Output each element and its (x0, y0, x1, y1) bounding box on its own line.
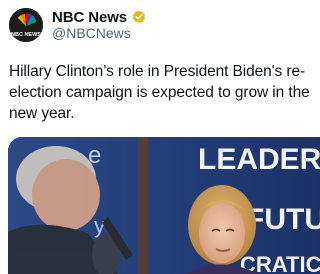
banner-line-2: FUTU (246, 203, 320, 236)
author-handle[interactable]: @NBCNews (52, 25, 131, 41)
avatar[interactable]: NBC NEWS (9, 8, 43, 42)
nbc-peacock-icon: NBC NEWS (9, 8, 43, 42)
avatar-text: NBC NEWS (11, 32, 41, 38)
banner-line-3: CRATIC (240, 252, 320, 274)
tweet-photo[interactable]: LEADERSH FUTU CRATIC e y (8, 137, 320, 274)
verified-badge-icon (132, 10, 146, 24)
tweet-text: Hillary Clinton’s role in President Bide… (9, 63, 310, 122)
author-row: NBC News (52, 7, 146, 27)
banner-line-1: LEADERSH (198, 143, 320, 176)
tweet-header: NBC NEWS NBC News @NBCNews (0, 0, 320, 60)
author-name[interactable]: NBC News (52, 9, 127, 26)
